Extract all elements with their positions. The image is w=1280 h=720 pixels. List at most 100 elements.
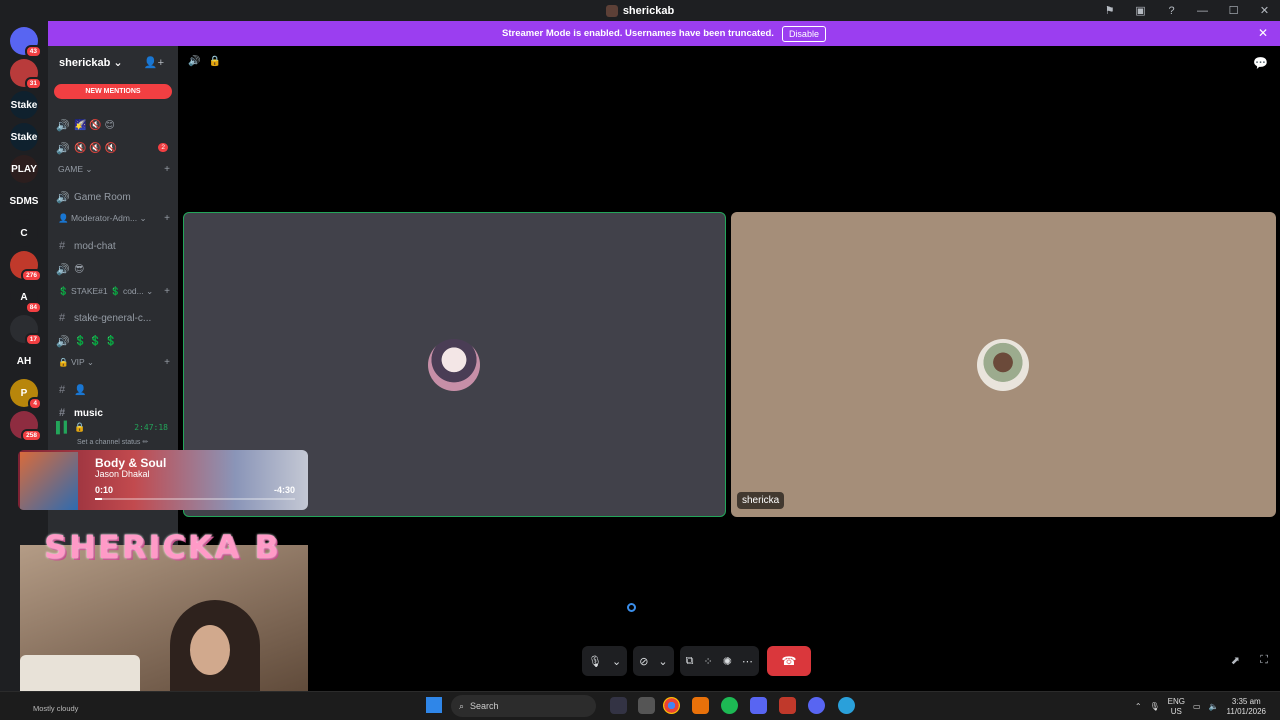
mic-icon[interactable]: 🎙 (588, 655, 602, 668)
channel-category[interactable]: 🔒 VIP ⌄ + (58, 357, 174, 368)
hashtag-icon: # (58, 384, 66, 396)
monitor-icon[interactable]: ▣ (1125, 4, 1156, 17)
set-channel-status[interactable]: Set a channel status ✏ (77, 438, 148, 446)
taskbar-search[interactable]: ⌕ Search (451, 695, 596, 717)
server-icon[interactable]: Stake (10, 123, 38, 151)
server-label: AH (16, 355, 32, 367)
channel-name: music (74, 407, 103, 419)
server-icon[interactable]: C (10, 219, 38, 247)
search-placeholder: Search (470, 701, 499, 711)
camera-off-icon[interactable]: ⊘ (639, 655, 648, 668)
voice-channel[interactable]: 🔊 🔇 🔇 🔇 2 (56, 139, 172, 157)
app-logo-icon (605, 4, 618, 17)
clock[interactable]: 3:35 am 11/01/2026 (1227, 697, 1266, 717)
category-name: 🔒 VIP ⌄ (58, 357, 94, 367)
taskbar-app-icon[interactable] (610, 697, 627, 714)
loading-cursor-icon (627, 603, 636, 612)
weather-widget[interactable]: Mostly cloudy (33, 704, 78, 713)
channel-name: 💲 💲 💲 (74, 335, 117, 347)
hashtag-icon: # (58, 240, 66, 252)
album-cover (20, 452, 78, 510)
start-button[interactable] (426, 697, 442, 713)
server-icon[interactable]: 258 (10, 411, 42, 442)
webcam-title: SHERICKA B (44, 528, 281, 566)
window-title-text: sherickab (622, 4, 675, 17)
voice-channel[interactable]: 🔊 Game Room (56, 188, 172, 206)
server-icon[interactable]: 43 (10, 27, 42, 58)
speaker-icon: 🔊 (56, 119, 70, 132)
live-voice-channel[interactable]: ▌▍ 🔒 2:47:18 (56, 418, 172, 436)
text-channel[interactable]: # stake-general-c... (56, 309, 172, 327)
fullscreen-icon[interactable]: ⛶ (1260, 654, 1268, 667)
screen-share-icon[interactable]: ⧉ (686, 655, 694, 668)
add-channel-icon[interactable]: + (164, 357, 170, 368)
participant-avatar (977, 339, 1029, 391)
close-icon[interactable]: ✕ (1258, 26, 1268, 40)
inbox-icon[interactable]: ⚑ (1094, 4, 1125, 17)
language-indicator[interactable]: ENG US (1168, 697, 1185, 717)
text-channel[interactable]: # 👤 (56, 381, 172, 399)
activities-icon[interactable]: ⁘ (703, 655, 712, 668)
close-button[interactable]: ✕ (1249, 4, 1280, 17)
chevron-down-icon[interactable]: ⌄ (658, 655, 667, 668)
server-icon[interactable]: AH (10, 347, 38, 375)
server-icon[interactable]: 31 (10, 59, 42, 90)
minimize-button[interactable]: — (1187, 5, 1218, 17)
voice-channel[interactable]: 🔊 💲 💲 💲 (56, 332, 172, 350)
spotify-icon[interactable] (721, 697, 738, 714)
server-icon[interactable]: 276 (10, 251, 42, 282)
participant-nameplate: shericka (737, 492, 785, 509)
chevron-down-icon[interactable]: ⌄ (612, 655, 621, 668)
chat-icon[interactable]: 💬 (1253, 56, 1268, 70)
soundboard-icon[interactable]: ✺ (723, 655, 732, 668)
category-name: GAME ⌄ (58, 164, 93, 174)
add-channel-icon[interactable]: + (164, 213, 170, 224)
volume-icon[interactable]: 🔈 (1209, 702, 1219, 711)
text-channel[interactable]: # mod-chat (56, 237, 172, 255)
server-icon[interactable]: SDMS (10, 187, 38, 215)
channel-category[interactable]: 👤 Moderator-Adm... ⌄ + (58, 213, 174, 224)
popout-icon[interactable]: ⬈ (1231, 654, 1240, 667)
taskbar-app-icon[interactable] (638, 697, 655, 714)
webcam-overlay (20, 545, 308, 710)
add-channel-icon[interactable]: + (164, 164, 170, 175)
add-member-icon[interactable]: 👤+ (144, 56, 164, 69)
help-icon[interactable]: ? (1156, 5, 1187, 17)
voice-activity-icon: ▌▍ (56, 421, 73, 434)
mention-badge: 4 (28, 397, 42, 410)
channel-name: 😎 (74, 263, 85, 275)
server-icon[interactable]: A 84 (10, 283, 42, 314)
discord-icon[interactable] (750, 697, 767, 714)
channel-category[interactable]: 💲 STAKE#1 💲 cod... ⌄ + (58, 286, 174, 297)
server-label: P (20, 387, 28, 399)
server-icon[interactable]: P4 (10, 379, 42, 410)
server-icon[interactable]: PLAY (10, 155, 38, 183)
hangup-button[interactable]: ☎ (766, 646, 811, 676)
server-name[interactable]: sherickab ⌄ (59, 56, 123, 69)
chrome-icon[interactable] (663, 697, 680, 714)
mention-badge: 31 (24, 77, 42, 90)
more-icon[interactable]: ⋯ (742, 655, 753, 668)
mic-icon[interactable]: 🎙 (1150, 702, 1160, 711)
taskbar-app-icon[interactable] (692, 697, 709, 714)
mention-badge: 258 (21, 429, 42, 442)
disable-streamer-mode-button[interactable]: Disable (781, 25, 826, 42)
server-icon[interactable]: Stake (10, 91, 38, 119)
title-bar: sherickab ⚑ ▣ ? — ☐ ✕ (0, 0, 1280, 21)
progress-bar (95, 498, 295, 500)
telegram-icon[interactable] (838, 697, 855, 714)
taskbar-app-icon[interactable] (779, 697, 796, 714)
network-icon[interactable]: ▭ (1193, 702, 1201, 711)
channel-category[interactable]: GAME ⌄ + (58, 164, 174, 175)
chevron-up-icon[interactable]: ⌃ (1135, 702, 1142, 711)
server-icon[interactable]: 17 (10, 315, 42, 346)
system-tray: ⌃ 🎙 ENG US ▭ 🔈 3:35 am 11/01/2026 (1135, 692, 1280, 720)
voice-channel[interactable]: 🔊 😎 (56, 260, 172, 278)
new-mentions-pill[interactable]: NEW MENTIONS (54, 84, 172, 99)
taskbar-app-icon[interactable] (808, 697, 825, 714)
song-artist: Jason Dhakal (95, 469, 150, 479)
maximize-button[interactable]: ☐ (1218, 4, 1249, 17)
voice-channel[interactable]: 🔊 🌠 🔇 😊 (56, 116, 172, 134)
add-channel-icon[interactable]: + (164, 286, 170, 297)
search-icon: ⌕ (459, 700, 465, 711)
